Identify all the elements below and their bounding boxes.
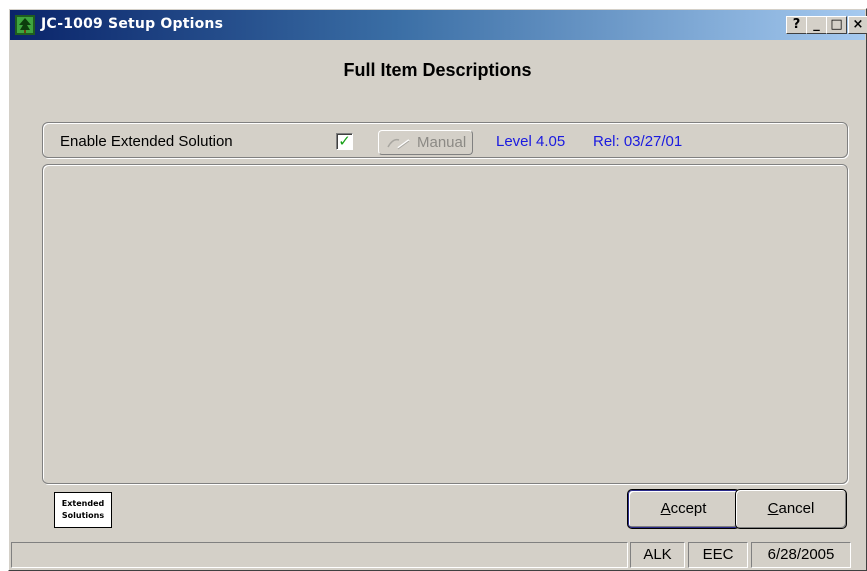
cancel-mnemonic: C [767, 500, 779, 517]
close-button[interactable]: × [848, 16, 867, 34]
manual-icon [387, 138, 410, 150]
manual-label: Manual [417, 134, 467, 151]
maximize-button[interactable]: □ [826, 16, 847, 34]
enable-extended-label: Enable Extended Solution [60, 133, 233, 150]
enable-extended-checkbox[interactable]: ✓ [336, 133, 353, 150]
status-bar: ALK EEC 6/28/2005 [9, 538, 866, 570]
cancel-button[interactable]: Cancel [735, 489, 847, 529]
status-user: ALK [630, 542, 685, 568]
sage-tree-icon [15, 15, 35, 35]
manual-button[interactable]: Manual [378, 130, 473, 155]
page-heading: Full Item Descriptions [343, 60, 532, 80]
logo-line-1: Extended [61, 499, 105, 508]
cancel-label-rest: ancel [778, 500, 815, 517]
release-date: Rel: 03/27/01 [593, 133, 683, 150]
window-title: JC-1009 Setup Options [41, 16, 224, 32]
setup-options-window: JC-1009 Setup Options ? _ □ × Full Item … [8, 8, 867, 571]
title-bar[interactable]: JC-1009 Setup Options ? _ □ × [10, 10, 867, 40]
logo-line-2: Solutions [61, 511, 105, 520]
status-company: EEC [688, 542, 748, 568]
accept-mnemonic: A [660, 500, 671, 517]
accept-label-rest: ccept [670, 500, 707, 517]
status-date: 6/28/2005 [751, 542, 851, 568]
help-button[interactable]: ? [786, 16, 807, 34]
options-panel [42, 164, 848, 484]
status-message [11, 542, 628, 568]
minimize-button[interactable]: _ [806, 16, 827, 34]
version-level: Level 4.05 [496, 133, 566, 150]
extended-solutions-logo[interactable]: Extended Solutions [54, 492, 112, 528]
accept-button[interactable]: Accept [627, 489, 740, 529]
